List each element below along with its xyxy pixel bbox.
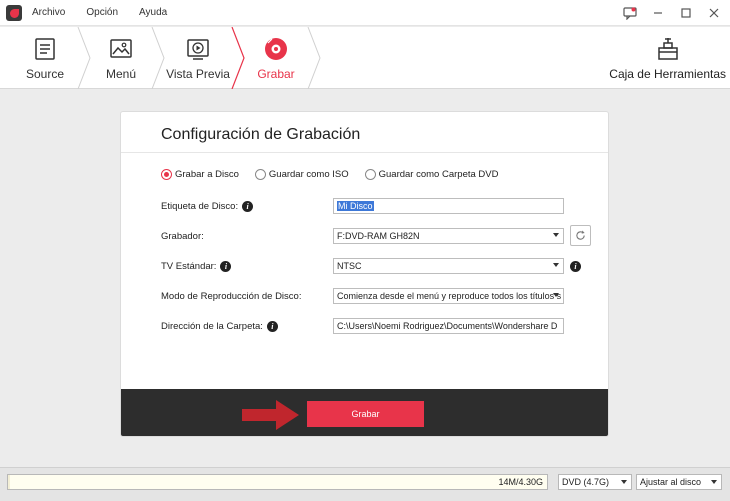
disc-label-row: Etiqueta de Disco: i Mi Disco: [161, 198, 581, 214]
playback-mode-label: Modo de Reproducción de Disco:: [161, 290, 302, 302]
disc-type-select[interactable]: DVD (4.7G): [558, 474, 632, 490]
burn-disc-icon: [265, 38, 287, 60]
minimize-icon[interactable]: [650, 5, 666, 21]
step-separator: [151, 27, 165, 89]
step-grabar[interactable]: Grabar: [254, 27, 298, 89]
feedback-icon[interactable]: [622, 5, 638, 21]
capacity-text: 14M/4.30G: [498, 477, 543, 487]
divider: [121, 152, 608, 153]
step-label: Grabar: [257, 67, 295, 81]
menu-ayuda[interactable]: Ayuda: [139, 7, 167, 18]
play-preview-icon: [187, 39, 209, 60]
disc-capacity-bar: 14M/4.30G: [7, 474, 548, 490]
toolbox-label: Caja de Herramientas: [609, 67, 726, 81]
tv-standard-select[interactable]: NTSC: [333, 258, 564, 274]
tv-standard-row: TV Estándar: i NTSC i: [161, 258, 581, 274]
toolbox-button[interactable]: Caja de Herramientas: [609, 27, 726, 89]
info-icon[interactable]: i: [220, 260, 232, 272]
playback-mode-row: Modo de Reproducción de Disco: Comienza …: [161, 288, 581, 304]
document-icon: [35, 38, 55, 60]
step-separator: [77, 27, 91, 89]
radio-guardar-iso[interactable]: Guardar como ISO: [254, 169, 349, 180]
step-separator: [307, 27, 321, 89]
title-bar: Archivo Opción Ayuda: [0, 0, 730, 26]
output-type-radio-group: Grabar a Disco Guardar como ISO Guardar …: [161, 169, 498, 180]
step-vista-previa[interactable]: Vista Previa: [166, 27, 230, 89]
disc-type-value: DVD (4.7G): [562, 477, 610, 487]
radio-label: Guardar como ISO: [268, 169, 349, 180]
radio-grabar-a-disco[interactable]: Grabar a Disco: [161, 169, 239, 180]
window-controls: [622, 5, 722, 21]
bottom-bar: 14M/4.30G DVD (4.7G) Ajustar al disco: [0, 467, 730, 501]
toolbox-icon: [657, 38, 678, 60]
burn-settings-panel: Configuración de Grabación Grabar a Disc…: [120, 111, 609, 437]
burn-button[interactable]: Grabar: [307, 401, 424, 427]
tv-standard-value: NTSC: [337, 261, 362, 271]
capacity-fill: [8, 475, 10, 489]
step-separator-active: [231, 27, 245, 89]
maximize-icon[interactable]: [678, 5, 694, 21]
disc-label-text: Etiqueta de Disco:: [161, 200, 239, 212]
info-icon[interactable]: i: [242, 200, 254, 212]
chevron-down-icon: [553, 263, 559, 267]
info-icon[interactable]: i: [266, 320, 278, 332]
folder-path-label: Dirección de la Carpeta: i: [161, 320, 278, 332]
radio-unchecked-icon: [364, 169, 376, 180]
app-logo: [6, 4, 22, 21]
browse-dots-icon[interactable]: ···: [546, 320, 559, 331]
image-icon: [110, 39, 132, 58]
chevron-down-icon: [553, 233, 559, 237]
refresh-button[interactable]: [570, 225, 591, 246]
burner-row: Grabador: F:DVD-RAM GH82N: [161, 225, 591, 246]
radio-label: Guardar como Carpeta DVD: [378, 169, 499, 180]
radio-label: Grabar a Disco: [175, 169, 239, 180]
step-label: Source: [25, 67, 65, 81]
disc-label-label: Etiqueta de Disco: i: [161, 200, 254, 212]
menu-archivo[interactable]: Archivo: [32, 7, 65, 18]
burner-value: F:DVD-RAM GH82N: [337, 231, 420, 241]
radio-guardar-carpeta-dvd[interactable]: Guardar como Carpeta DVD: [364, 169, 499, 180]
playback-mode-select[interactable]: Comienza desde el menú y reproduce todos…: [333, 288, 564, 304]
menu-bar: Archivo Opción Ayuda: [32, 7, 188, 18]
chevron-down-icon: [553, 293, 559, 297]
radio-checked-icon: [161, 169, 172, 180]
burner-select[interactable]: F:DVD-RAM GH82N: [333, 228, 564, 244]
burner-label: Grabador:: [161, 230, 204, 242]
chevron-down-icon: [711, 480, 717, 484]
info-icon[interactable]: i: [570, 261, 581, 272]
tv-standard-label: TV Estándar: i: [161, 260, 232, 272]
menu-opcion[interactable]: Opción: [86, 7, 118, 18]
fit-value: Ajustar al disco: [640, 477, 702, 487]
panel-title: Configuración de Grabación: [161, 126, 361, 143]
folder-path-input[interactable]: C:\Users\Noemi Rodriguez\Documents\Wonde…: [333, 318, 564, 334]
disc-label-input[interactable]: Mi Disco: [333, 198, 564, 214]
arrow-right-icon: [242, 400, 299, 430]
step-label: Menú: [105, 67, 137, 81]
fit-select[interactable]: Ajustar al disco: [636, 474, 722, 490]
tv-standard-text: TV Estándar:: [161, 260, 217, 272]
step-label: Vista Previa: [166, 67, 230, 81]
playback-mode-value: Comienza desde el menú y reproduce todos…: [337, 291, 562, 301]
folder-path-row: Dirección de la Carpeta: i C:\Users\Noem…: [161, 318, 581, 334]
folder-path-value: C:\Users\Noemi Rodriguez\Documents\Wonde…: [337, 321, 558, 331]
step-source[interactable]: Source: [22, 27, 68, 89]
radio-unchecked-icon: [254, 169, 266, 180]
step-menu[interactable]: Menú: [100, 27, 142, 89]
chevron-down-icon: [621, 480, 627, 484]
refresh-icon: [576, 230, 585, 240]
panel-footer: Grabar: [121, 389, 608, 436]
step-toolbar: Source Menú Vista Previa Grabar Caja de …: [0, 27, 730, 89]
folder-path-text: Dirección de la Carpeta:: [161, 320, 263, 332]
disc-label-value: Mi Disco: [337, 201, 374, 211]
close-icon[interactable]: [706, 5, 722, 21]
